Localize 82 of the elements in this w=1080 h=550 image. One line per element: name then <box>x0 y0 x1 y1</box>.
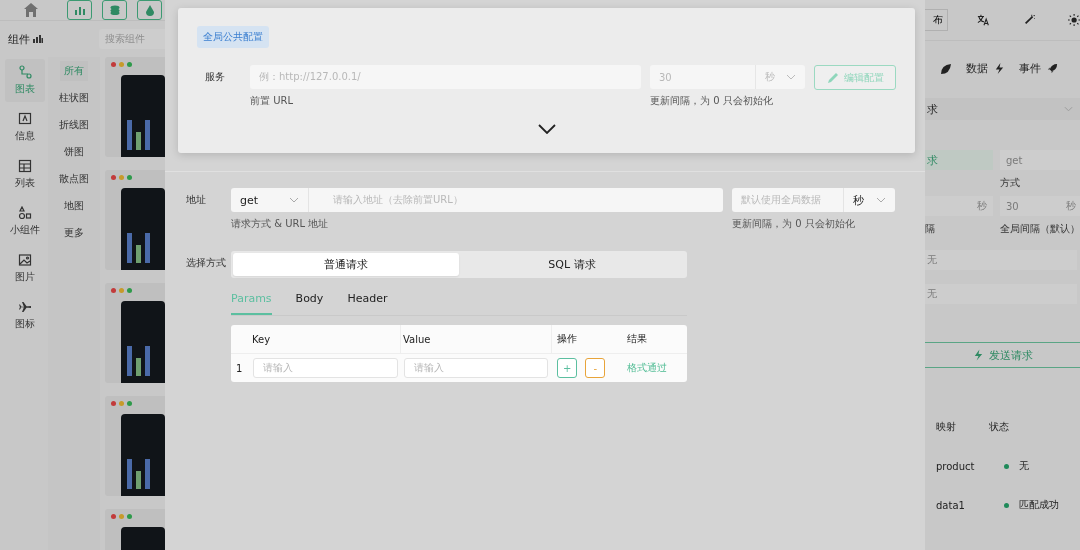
validation-result: 格式通过 <box>627 361 669 375</box>
method-select[interactable]: get <box>231 188 308 212</box>
chart-type-item[interactable]: 地图 <box>60 196 88 216</box>
magic-wand-icon[interactable] <box>1022 13 1035 27</box>
text-box-icon <box>18 112 32 126</box>
panel-tab[interactable]: 事件 <box>1019 61 1058 76</box>
unit-select[interactable]: 秒 <box>843 188 895 212</box>
mapping-name: data1 <box>936 499 966 511</box>
field-label: 选择方式 <box>186 256 227 270</box>
column-header: 结果 <box>627 332 648 346</box>
status-text: 无 <box>1019 459 1029 473</box>
category-item[interactable]: 信息 <box>5 106 45 149</box>
field-label: 隔 <box>925 222 936 236</box>
column-header: 状态 <box>989 420 1009 434</box>
chevron-down-icon <box>1064 106 1073 112</box>
readonly-field: 无 <box>925 250 1077 270</box>
column-header: 操作 <box>556 332 578 346</box>
category-item[interactable]: 列表 <box>5 153 45 196</box>
field-label: 方式 <box>1000 176 1021 190</box>
leaf-icon <box>940 62 952 75</box>
field-hint: 前置 URL <box>250 94 295 108</box>
chart-type-item[interactable]: 柱状图 <box>55 88 93 108</box>
category-item[interactable]: 小组件 <box>5 200 45 243</box>
tab[interactable]: Header <box>347 292 388 315</box>
panel-tab[interactable]: 数据 <box>966 61 1005 76</box>
drop-icon <box>143 4 156 16</box>
chart-icon <box>18 65 32 79</box>
chart-type-item[interactable]: 折线图 <box>55 115 93 135</box>
chart-preview-card[interactable] <box>105 170 165 270</box>
field-hint: 更新间隔，为 0 只会初始化 <box>732 217 856 231</box>
field-label: 地址 <box>186 193 207 207</box>
global-interval-field: 30 秒 <box>1000 196 1080 216</box>
chevron-down-icon <box>289 197 299 203</box>
interval-field: 秒 <box>925 196 993 216</box>
category-item[interactable]: 图片 <box>5 247 45 290</box>
chart-type-item[interactable]: 散点图 <box>55 169 93 189</box>
chart-preview-card[interactable] <box>105 396 165 496</box>
mode-option[interactable]: 普通请求 <box>233 253 459 276</box>
column-header: Key <box>231 325 401 353</box>
request-type-tag: 求 <box>925 150 993 170</box>
sun-icon[interactable] <box>1067 13 1080 27</box>
bar-chart-icon <box>73 4 86 16</box>
field-hint: 更新间隔，为 0 只会初始化 <box>650 94 774 108</box>
column-header: Value <box>401 325 552 353</box>
drop-button[interactable] <box>137 0 162 20</box>
readonly-field: 无 <box>925 284 1077 304</box>
chart-preview-card[interactable] <box>105 283 165 383</box>
category-item[interactable]: 图标 <box>5 294 45 337</box>
layers-icon <box>108 4 121 16</box>
plane-icon <box>18 300 32 314</box>
chart-type-item[interactable]: 更多 <box>60 223 88 243</box>
table-icon <box>18 159 32 173</box>
chart-preview-card[interactable] <box>105 57 165 157</box>
chevron-down-icon <box>786 74 796 80</box>
field-hint: 请求方式 & URL 地址 <box>231 217 330 231</box>
panel-title: 组件 <box>8 31 30 47</box>
request-select[interactable]: 求 <box>925 98 1080 120</box>
chevron-down-icon[interactable] <box>537 124 556 134</box>
chart-type-item[interactable]: 饼图 <box>60 142 88 162</box>
image-icon <box>18 253 32 267</box>
column-header: 映射 <box>936 420 956 434</box>
chevron-down-icon <box>876 197 886 203</box>
bar-chart-button[interactable] <box>67 0 92 20</box>
layers-button[interactable] <box>102 0 127 20</box>
mode-option[interactable]: SQL 请求 <box>459 253 685 276</box>
translate-icon[interactable] <box>977 13 990 27</box>
lightning-icon <box>972 349 984 361</box>
method-field: get <box>1000 150 1080 170</box>
field-label: 全局间隔（默认） <box>1000 222 1080 236</box>
field-label: 服务 <box>204 70 226 84</box>
bar-chart-icon <box>33 35 43 43</box>
home-icon[interactable] <box>23 2 39 18</box>
mapping-name: product <box>936 460 976 472</box>
pencil-icon <box>826 71 839 84</box>
section-tag: 全局公共配置 <box>197 26 269 48</box>
shapes-icon <box>18 206 32 220</box>
tab[interactable]: Body <box>295 292 324 315</box>
status-text: 匹配成功 <box>1019 498 1059 512</box>
lightning-icon <box>994 63 1005 74</box>
publish-button[interactable]: 布 <box>925 9 949 31</box>
rocket-icon <box>1047 63 1058 74</box>
row-number: 1 <box>235 362 244 374</box>
